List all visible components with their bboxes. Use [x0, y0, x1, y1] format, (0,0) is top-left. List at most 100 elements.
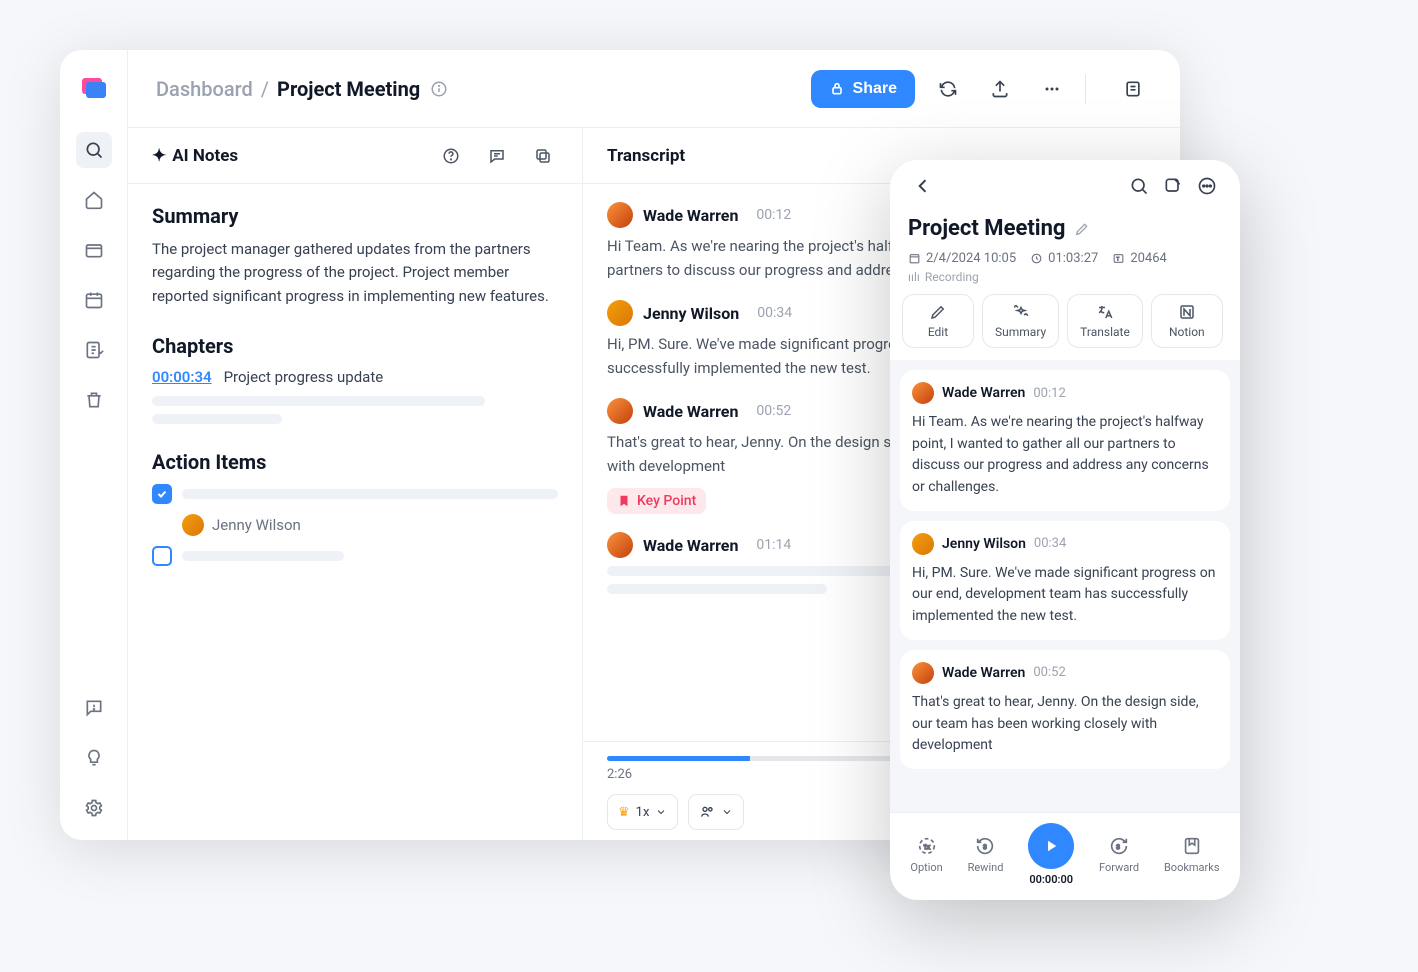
sidebar: [60, 50, 128, 840]
player-option-button[interactable]: 1xOption: [910, 835, 942, 874]
topbar: Dashboard / Project Meeting Share: [128, 50, 1180, 128]
avatar: [912, 662, 934, 684]
chat-icon[interactable]: [482, 141, 512, 171]
svg-text:3: 3: [1116, 843, 1120, 851]
ai-notes-heading: ✦ AI Notes: [152, 146, 238, 166]
turn-text: Hi, PM. Sure. We've made significant pro…: [912, 563, 1218, 628]
player-rewind-button[interactable]: 3Rewind: [968, 835, 1004, 874]
summary-text: The project manager gathered updates fro…: [152, 238, 558, 308]
copy-icon[interactable]: [528, 141, 558, 171]
assignee-name: Jenny Wilson: [212, 516, 301, 534]
action-item: [152, 484, 558, 504]
speaker-name: Jenny Wilson: [643, 304, 739, 323]
skeleton: [182, 489, 558, 499]
share-button[interactable]: Share: [811, 70, 915, 108]
breadcrumb-title: Project Meeting: [277, 77, 420, 101]
avatar: [182, 514, 204, 536]
trash-icon[interactable]: [76, 382, 112, 418]
action-summary[interactable]: Summary: [982, 294, 1059, 348]
mobile-actions: Edit Summary Translate Notion: [890, 294, 1240, 360]
refresh-icon[interactable]: [929, 70, 967, 108]
pencil-icon[interactable]: [1074, 221, 1090, 237]
divider: [1085, 74, 1086, 104]
breadcrumb-root[interactable]: Dashboard: [156, 77, 253, 101]
speaker-name: Wade Warren: [643, 206, 738, 225]
share-label: Share: [853, 80, 897, 98]
waveform-icon: ıılı: [908, 270, 920, 284]
help-icon[interactable]: [436, 141, 466, 171]
action-assignee: Jenny Wilson: [182, 514, 558, 536]
calendar-icon[interactable]: [76, 282, 112, 318]
meta-duration: 01:03:27: [1030, 251, 1098, 266]
summary-heading: Summary: [152, 204, 558, 228]
checkbox-checked[interactable]: [152, 484, 172, 504]
action-edit[interactable]: Edit: [902, 294, 974, 348]
mobile-preview: Project Meeting 2/4/2024 10:05 01:03:27 …: [890, 160, 1240, 900]
search-icon[interactable]: [1122, 169, 1156, 203]
avatar: [912, 533, 934, 555]
speakers-selector[interactable]: [688, 794, 744, 830]
breadcrumb-separator: /: [261, 77, 269, 101]
mobile-meta: 2/4/2024 10:05 01:03:27 T20464: [890, 241, 1240, 270]
ai-notes-body: Summary The project manager gathered upd…: [128, 184, 582, 596]
sparkle-icon: ✦: [152, 146, 166, 166]
mobile-transcript: Wade Warren00:12 Hi Team. As we're neari…: [890, 360, 1240, 812]
settings-icon[interactable]: [76, 790, 112, 826]
skeleton: [152, 396, 485, 406]
turn-text: Hi Team. As we're nearing the project's …: [912, 412, 1218, 499]
skeleton: [152, 414, 282, 424]
mobile-topbar: [890, 160, 1240, 212]
ai-notes-panel: ✦ AI Notes Summary The project manager g…: [128, 128, 583, 840]
checkbox-unchecked[interactable]: [152, 546, 172, 566]
timestamp: 00:12: [756, 207, 791, 223]
chapter-time: 00:00:34: [152, 368, 212, 386]
info-icon[interactable]: [430, 80, 448, 98]
svg-text:1x: 1x: [923, 843, 931, 851]
chapter-item[interactable]: 00:00:34 Project progress update: [152, 368, 558, 386]
player-play-button[interactable]: 00:00:00: [1028, 823, 1074, 886]
player-bookmarks-button[interactable]: Bookmarks: [1164, 835, 1220, 874]
action-translate[interactable]: Translate: [1067, 294, 1143, 348]
crown-icon: ♛: [618, 805, 630, 820]
notes-icon[interactable]: [1114, 70, 1152, 108]
action-item: [152, 546, 558, 566]
skeleton: [607, 584, 827, 594]
folder-icon[interactable]: [76, 232, 112, 268]
svg-text:T: T: [1117, 257, 1120, 263]
keypoint-badge[interactable]: Key Point: [607, 488, 706, 514]
speaker-name: Wade Warren: [643, 402, 738, 421]
timestamp: 01:14: [756, 537, 791, 553]
tasks-icon[interactable]: [76, 332, 112, 368]
action-items-heading: Action Items: [152, 450, 558, 474]
more-icon[interactable]: [1033, 70, 1071, 108]
recording-status: ıılı Recording: [890, 270, 1240, 294]
avatar: [607, 532, 633, 558]
avatar: [607, 300, 633, 326]
feedback-icon[interactable]: [76, 690, 112, 726]
home-icon[interactable]: [76, 182, 112, 218]
timestamp: 00:52: [756, 403, 791, 419]
export-icon[interactable]: [981, 70, 1019, 108]
meta-date: 2/4/2024 10:05: [908, 251, 1016, 266]
ai-notes-header: ✦ AI Notes: [128, 128, 582, 184]
idea-icon[interactable]: [76, 740, 112, 776]
more-icon[interactable]: [1190, 169, 1224, 203]
svg-text:3: 3: [984, 843, 988, 851]
action-notion[interactable]: Notion: [1151, 294, 1223, 348]
skeleton: [182, 551, 344, 561]
player-forward-button[interactable]: 3Forward: [1099, 835, 1139, 874]
meta-words: T20464: [1112, 251, 1167, 266]
avatar: [607, 398, 633, 424]
speed-selector[interactable]: ♛ 1x: [607, 794, 678, 830]
search-icon[interactable]: [76, 132, 112, 168]
edit-icon[interactable]: [1156, 169, 1190, 203]
avatar: [912, 382, 934, 404]
transcript-heading: Transcript: [607, 146, 685, 166]
back-icon[interactable]: [906, 169, 940, 203]
chapter-title: Project progress update: [224, 368, 384, 386]
chapters-heading: Chapters: [152, 334, 558, 358]
mobile-title: Project Meeting: [890, 212, 1240, 241]
progress-fill: [607, 756, 750, 761]
turn-text: That's great to hear, Jenny. On the desi…: [912, 692, 1218, 757]
timestamp: 00:34: [757, 305, 792, 321]
